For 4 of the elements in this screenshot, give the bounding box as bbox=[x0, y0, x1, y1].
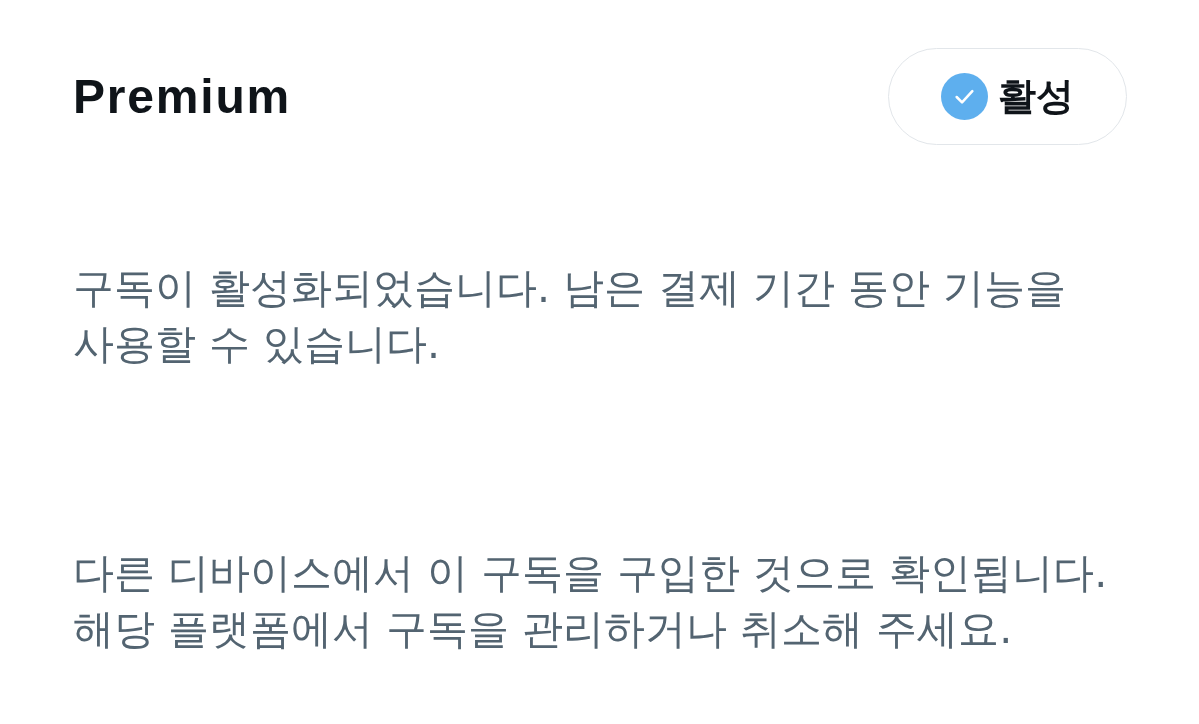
message-text: 구독이 활성화되었습니다. 남은 결제 기간 동안 기능을 사용할 수 있습니다. bbox=[73, 263, 1068, 370]
page-title: Premium bbox=[73, 69, 291, 124]
status-label: 활성 bbox=[998, 73, 1074, 120]
message-text: 다른 디바이스에서 이 구독을 구입한 것으로 확인됩니다. 해당 플랫폼에서 구독을 관리하거나 취소해 주세요. bbox=[73, 548, 1109, 655]
